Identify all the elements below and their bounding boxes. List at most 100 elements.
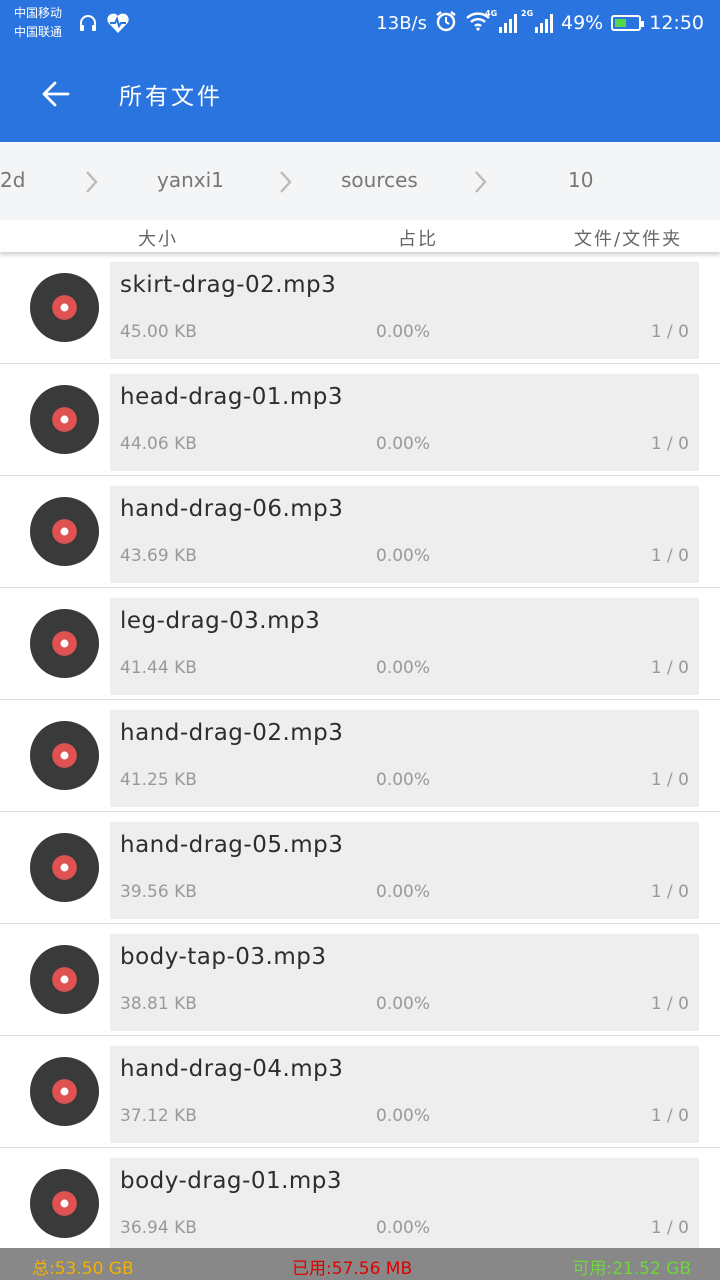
- file-name: hand-drag-06.mp3: [120, 496, 344, 522]
- battery-icon: [611, 15, 645, 31]
- file-name: head-drag-01.mp3: [120, 384, 343, 410]
- network-type-2: 2G: [521, 9, 534, 18]
- chevron-right-icon: [475, 171, 487, 193]
- music-file-icon: [29, 1168, 100, 1239]
- file-size: 37.12 KB: [120, 1106, 197, 1126]
- file-name: body-drag-01.mp3: [120, 1168, 343, 1194]
- music-file-icon: [29, 496, 100, 567]
- file-info-card[interactable]: hand-drag-04.mp3 37.12 KB 0.00% 1 / 0: [110, 1046, 699, 1143]
- breadcrumb: 2d yanxi1 sources 10: [0, 142, 720, 220]
- file-count: 1 / 0: [650, 658, 689, 678]
- storage-footer: 总:53.50 GB 已用:57.56 MB 可用:21.52 GB: [0, 1248, 720, 1280]
- storage-total: 总:53.50 GB: [32, 1259, 134, 1279]
- music-file-icon: [29, 384, 100, 455]
- file-size: 41.44 KB: [120, 658, 197, 678]
- file-ratio: 0.00%: [376, 658, 431, 678]
- file-size: 38.81 KB: [120, 994, 197, 1014]
- file-info-card[interactable]: hand-drag-05.mp3 39.56 KB 0.00% 1 / 0: [110, 822, 699, 919]
- battery-level: [615, 19, 626, 27]
- status-bar: 中国移动 中国联通 13B/s 4G 2G 49% 12:50: [0, 0, 720, 46]
- breadcrumb-item[interactable]: 10: [568, 168, 593, 192]
- file-name: skirt-drag-02.mp3: [120, 272, 337, 298]
- heart-pulse-icon: [106, 12, 130, 38]
- clock: 12:50: [649, 12, 704, 34]
- file-size: 45.00 KB: [120, 322, 197, 342]
- file-ratio: 0.00%: [376, 770, 431, 790]
- file-ratio: 0.00%: [376, 1106, 431, 1126]
- chevron-right-icon: [280, 171, 292, 193]
- file-list: skirt-drag-02.mp3 45.00 KB 0.00% 1 / 0 h…: [0, 252, 720, 1248]
- file-ratio: 0.00%: [376, 434, 431, 454]
- music-file-icon: [29, 1056, 100, 1127]
- chevron-right-icon: [86, 171, 98, 193]
- file-info-card[interactable]: leg-drag-03.mp3 41.44 KB 0.00% 1 / 0: [110, 598, 699, 695]
- list-item[interactable]: hand-drag-02.mp3 41.25 KB 0.00% 1 / 0: [0, 700, 720, 812]
- file-size: 36.94 KB: [120, 1218, 197, 1238]
- file-info-card[interactable]: hand-drag-06.mp3 43.69 KB 0.00% 1 / 0: [110, 486, 699, 583]
- arrow-left-icon: [42, 81, 70, 107]
- breadcrumb-item[interactable]: sources: [341, 168, 418, 192]
- list-item[interactable]: skirt-drag-02.mp3 45.00 KB 0.00% 1 / 0: [0, 252, 720, 364]
- breadcrumb-item[interactable]: yanxi1: [157, 168, 224, 192]
- signal-2g-icon: 2G: [521, 9, 553, 33]
- file-count: 1 / 0: [650, 994, 689, 1014]
- file-count: 1 / 0: [650, 1218, 689, 1238]
- storage-available: 可用:21.52 GB: [572, 1259, 691, 1279]
- column-count[interactable]: 文件/文件夹: [574, 225, 682, 251]
- music-file-icon: [29, 944, 100, 1015]
- carrier-info: 中国移动 中国联通: [14, 4, 62, 42]
- file-info-card[interactable]: hand-drag-02.mp3 41.25 KB 0.00% 1 / 0: [110, 710, 699, 807]
- file-name: hand-drag-04.mp3: [120, 1056, 344, 1082]
- file-info-card[interactable]: body-drag-01.mp3 36.94 KB 0.00% 1 / 0: [110, 1158, 699, 1248]
- list-item[interactable]: hand-drag-05.mp3 39.56 KB 0.00% 1 / 0: [0, 812, 720, 924]
- list-item[interactable]: body-tap-03.mp3 38.81 KB 0.00% 1 / 0: [0, 924, 720, 1036]
- carrier-1: 中国移动: [14, 6, 63, 20]
- list-item[interactable]: hand-drag-04.mp3 37.12 KB 0.00% 1 / 0: [0, 1036, 720, 1148]
- music-file-icon: [29, 832, 100, 903]
- file-name: hand-drag-05.mp3: [120, 832, 344, 858]
- file-count: 1 / 0: [650, 770, 689, 790]
- file-ratio: 0.00%: [376, 1218, 431, 1238]
- battery-percent: 49%: [561, 12, 604, 34]
- list-item[interactable]: body-drag-01.mp3 36.94 KB 0.00% 1 / 0: [0, 1148, 720, 1248]
- column-ratio[interactable]: 占比: [398, 225, 438, 251]
- file-size: 44.06 KB: [120, 434, 197, 454]
- file-name: body-tap-03.mp3: [120, 944, 327, 970]
- file-count: 1 / 0: [650, 322, 689, 342]
- list-item[interactable]: hand-drag-06.mp3 43.69 KB 0.00% 1 / 0: [0, 476, 720, 588]
- list-item[interactable]: leg-drag-03.mp3 41.44 KB 0.00% 1 / 0: [0, 588, 720, 700]
- headphones-icon: [78, 13, 98, 37]
- file-size: 43.69 KB: [120, 546, 197, 566]
- file-name: hand-drag-02.mp3: [120, 720, 344, 746]
- file-count: 1 / 0: [650, 1106, 689, 1126]
- file-size: 41.25 KB: [120, 770, 197, 790]
- file-size: 39.56 KB: [120, 882, 197, 902]
- file-count: 1 / 0: [650, 882, 689, 902]
- file-ratio: 0.00%: [376, 322, 431, 342]
- file-ratio: 0.00%: [376, 546, 431, 566]
- file-name: leg-drag-03.mp3: [120, 608, 321, 634]
- breadcrumb-item[interactable]: 2d: [0, 168, 25, 192]
- alarm-icon: [435, 10, 457, 37]
- storage-used: 已用:57.56 MB: [292, 1259, 413, 1279]
- music-file-icon: [29, 272, 100, 343]
- network-speed: 13B/s: [376, 12, 427, 34]
- file-info-card[interactable]: head-drag-01.mp3 44.06 KB 0.00% 1 / 0: [110, 374, 699, 471]
- music-file-icon: [29, 720, 100, 791]
- carrier-2: 中国联通: [14, 25, 63, 39]
- signal-4g-icon: 4G: [485, 9, 517, 33]
- column-header: 大小 占比 文件/文件夹: [0, 220, 720, 252]
- back-button[interactable]: [34, 72, 78, 116]
- list-item[interactable]: head-drag-01.mp3 44.06 KB 0.00% 1 / 0: [0, 364, 720, 476]
- column-size[interactable]: 大小: [138, 225, 178, 251]
- file-ratio: 0.00%: [376, 994, 431, 1014]
- file-ratio: 0.00%: [376, 882, 431, 902]
- page-title: 所有文件: [119, 84, 223, 110]
- app-bar: 所有文件: [0, 46, 720, 142]
- file-info-card[interactable]: skirt-drag-02.mp3 45.00 KB 0.00% 1 / 0: [110, 262, 699, 359]
- file-count: 1 / 0: [650, 546, 689, 566]
- file-info-card[interactable]: body-tap-03.mp3 38.81 KB 0.00% 1 / 0: [110, 934, 699, 1031]
- network-type-1: 4G: [485, 9, 498, 18]
- music-file-icon: [29, 608, 100, 679]
- file-count: 1 / 0: [650, 434, 689, 454]
